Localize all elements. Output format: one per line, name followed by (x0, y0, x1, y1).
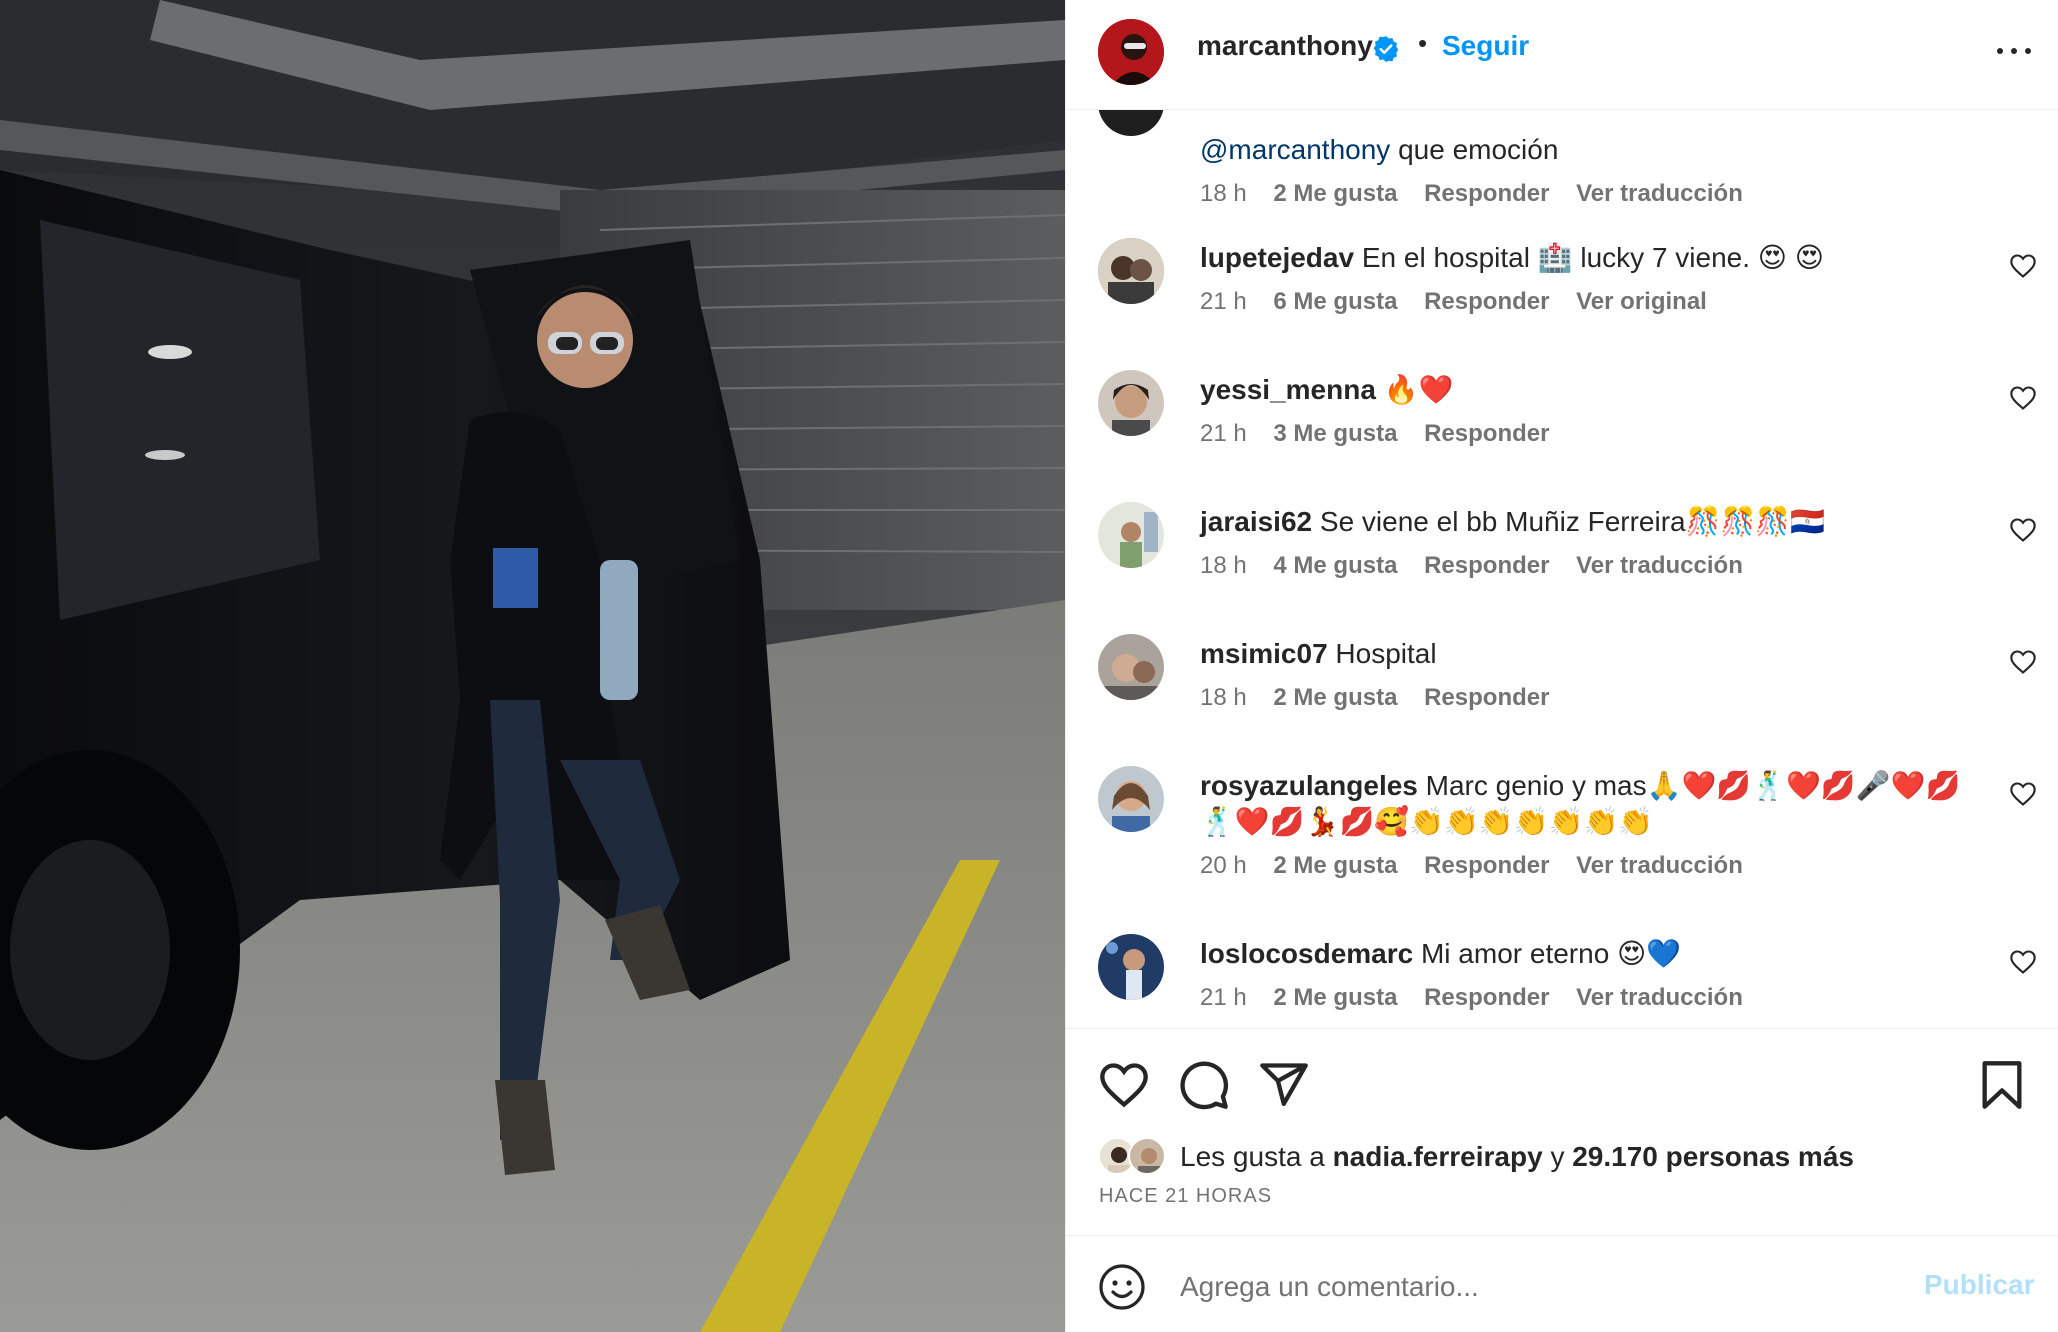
comment-body: 🔥❤️ (1375, 374, 1454, 405)
author-username[interactable]: marcanthony (1197, 30, 1373, 62)
divider (1066, 1235, 2058, 1236)
comment-username[interactable]: loslocosdemarc (1200, 938, 1413, 969)
comment-username[interactable]: rosyazulangeles (1200, 770, 1418, 801)
heart-icon[interactable] (1098, 1059, 1150, 1111)
comment-heart-icon[interactable] (2009, 780, 2037, 808)
smiley-icon[interactable] (1098, 1263, 1146, 1311)
comment-likes[interactable]: 3 Me gusta (1273, 420, 1397, 447)
post-photo-image (0, 0, 1065, 1332)
comment-time[interactable]: 21 h (1200, 420, 1247, 447)
comment-time[interactable]: 18 h (1200, 180, 1247, 207)
likes-middle: y (1542, 1141, 1573, 1172)
comment-text: lupetejedav En el hospital 🏥 lucky 7 vie… (1200, 240, 1980, 276)
comment-text: rosyazulangeles Marc genio y mas🙏❤️💋🕺❤️💋… (1200, 768, 1980, 840)
verified-badge-icon (1373, 36, 1399, 62)
comment-body: Mi amor eterno 😍💙 (1413, 938, 1682, 969)
comment-time[interactable]: 21 h (1200, 288, 1247, 315)
post-side-panel: marcanthony • Seguir @marcanthony que em… (1065, 0, 2058, 1332)
comment-text: yessi_menna 🔥❤️ (1200, 372, 1980, 408)
likes-count[interactable]: 29.170 personas más (1572, 1141, 1854, 1172)
translate-button[interactable]: Ver traducción (1576, 852, 1743, 879)
likes-prefix: Les gusta a (1180, 1141, 1333, 1172)
comment-bubble-icon[interactable] (1178, 1059, 1230, 1111)
comment-meta: 21 h 2 Me gusta Responder Ver traducción (1200, 984, 1763, 1012)
paper-plane-icon[interactable] (1258, 1059, 1310, 1111)
comment-likes[interactable]: 2 Me gusta (1273, 180, 1397, 207)
comment-input[interactable] (1180, 1265, 1880, 1309)
comment-meta: 18 h 2 Me gusta Responder Ver traducción (1200, 180, 1763, 208)
comment-body: En el hospital 🏥 lucky 7 viene. 😍 😍 (1354, 242, 1824, 273)
author-avatar[interactable] (1098, 19, 1164, 85)
comment-text: msimic07 Hospital (1200, 636, 1980, 672)
comment-time[interactable]: 18 h (1200, 684, 1247, 711)
comment-meta: 20 h 2 Me gusta Responder Ver traducción (1200, 852, 1763, 880)
comment-meta: 18 h 4 Me gusta Responder Ver traducción (1200, 552, 1763, 580)
translate-button[interactable]: Ver traducción (1576, 180, 1743, 207)
commenter-avatar[interactable] (1098, 502, 1164, 568)
comment-username[interactable]: jaraisi62 (1200, 506, 1312, 537)
comment-mention[interactable]: @marcanthony (1200, 134, 1390, 165)
translate-button[interactable]: Ver traducción (1576, 552, 1743, 579)
liker-username[interactable]: nadia.ferreirapy (1333, 1141, 1543, 1172)
commenter-avatar[interactable] (1098, 110, 1164, 136)
likes-text: Les gusta a nadia.ferreirapy y 29.170 pe… (1180, 1141, 1854, 1173)
reply-button[interactable]: Responder (1424, 852, 1549, 879)
comment-likes[interactable]: 2 Me gusta (1273, 684, 1397, 711)
comment-meta: 18 h 2 Me gusta Responder (1200, 684, 1569, 712)
comment-heart-icon[interactable] (2009, 252, 2037, 280)
follow-button[interactable]: Seguir (1442, 30, 1529, 62)
post-photo[interactable] (0, 0, 1065, 1332)
comment-heart-icon[interactable] (2009, 648, 2037, 676)
comment-body: Se viene el bb Muñiz Ferreira🎊🎊🎊🇵🇾 (1312, 506, 1826, 537)
post-header: marcanthony • Seguir (1066, 0, 2058, 110)
post-timestamp[interactable]: HACE 21 HORAS (1099, 1185, 1272, 1208)
comment-likes[interactable]: 4 Me gusta (1273, 552, 1397, 579)
comment-text: @marcanthony que emoción (1200, 132, 1980, 168)
comment-time[interactable]: 20 h (1200, 852, 1247, 879)
comment-time[interactable]: 21 h (1200, 984, 1247, 1011)
comment-meta: 21 h 6 Me gusta Responder Ver original (1200, 288, 1727, 316)
commenter-avatar[interactable] (1098, 934, 1164, 1000)
translate-button[interactable]: Ver traducción (1576, 984, 1743, 1011)
comment-username[interactable]: yessi_menna (1200, 374, 1376, 405)
commenter-avatar[interactable] (1098, 370, 1164, 436)
post-actions: Les gusta a nadia.ferreirapy y 29.170 pe… (1066, 1028, 2058, 1332)
more-options-icon[interactable] (1991, 30, 2041, 70)
reply-button[interactable]: Responder (1424, 180, 1549, 207)
comment-username[interactable]: msimic07 (1200, 638, 1328, 669)
commenter-avatar[interactable] (1098, 766, 1164, 832)
commenter-avatar[interactable] (1098, 634, 1164, 700)
bookmark-icon[interactable] (1976, 1059, 2028, 1111)
comment-likes[interactable]: 2 Me gusta (1273, 852, 1397, 879)
reply-button[interactable]: Responder (1424, 552, 1549, 579)
comment-body: Hospital (1327, 638, 1437, 669)
reply-button[interactable]: Responder (1424, 420, 1549, 447)
comment-heart-icon[interactable] (2009, 384, 2037, 412)
comment-text: jaraisi62 Se viene el bb Muñiz Ferreira🎊… (1200, 504, 1980, 540)
liker-avatar (1128, 1137, 1166, 1175)
comment-text: loslocosdemarc Mi amor eterno 😍💙 (1200, 936, 1980, 972)
comment-username[interactable]: lupetejedav (1200, 242, 1354, 273)
translate-button[interactable]: Ver original (1576, 288, 1707, 315)
publish-button[interactable]: Publicar (1924, 1269, 2034, 1301)
comments-list[interactable]: @marcanthony que emoción 18 h 2 Me gusta… (1066, 110, 2058, 1028)
comment-likes[interactable]: 2 Me gusta (1273, 984, 1397, 1011)
comment-heart-icon[interactable] (2009, 516, 2037, 544)
commenter-avatar[interactable] (1098, 238, 1164, 304)
reply-button[interactable]: Responder (1424, 288, 1549, 315)
comment-body: que emoción (1390, 134, 1559, 165)
comment-likes[interactable]: 6 Me gusta (1273, 288, 1397, 315)
comment-meta: 21 h 3 Me gusta Responder (1200, 420, 1569, 448)
header-separator: • (1418, 28, 1428, 58)
comment-heart-icon[interactable] (2009, 948, 2037, 976)
reply-button[interactable]: Responder (1424, 984, 1549, 1011)
comment-time[interactable]: 18 h (1200, 552, 1247, 579)
reply-button[interactable]: Responder (1424, 684, 1549, 711)
